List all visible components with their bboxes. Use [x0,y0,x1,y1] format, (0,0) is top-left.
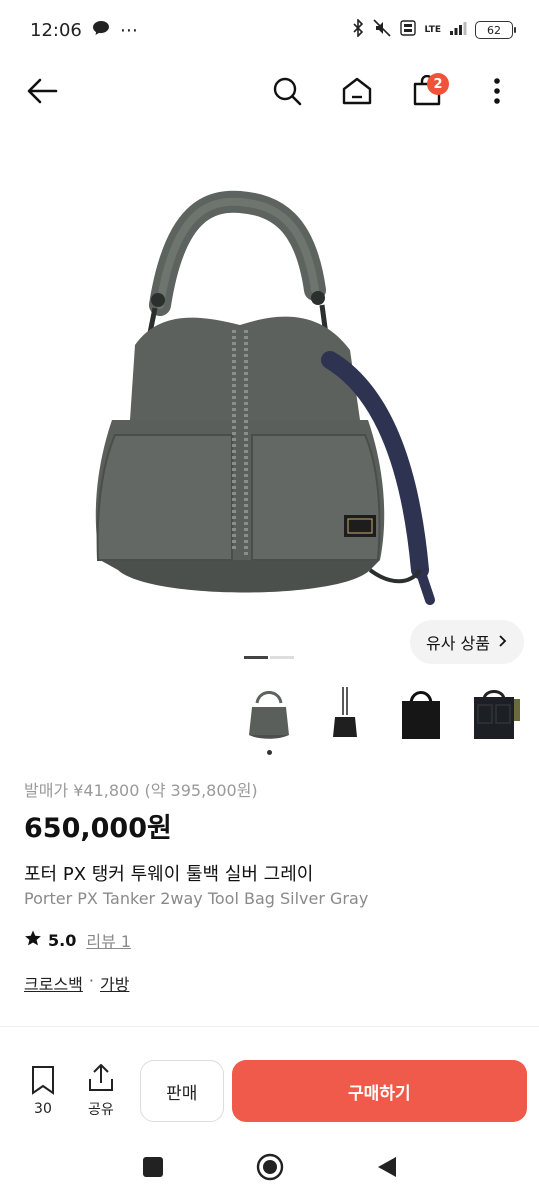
bottom-action-bar: 30 공유 판매 구매하기 [0,1046,539,1136]
volte-icon [400,20,417,40]
cart-count-badge: 2 [427,73,449,95]
sell-button[interactable]: 판매 [139,1060,224,1122]
more-notifications-icon: ⋯ [119,19,138,41]
bluetooth-icon [352,18,364,41]
share-icon [87,1063,115,1097]
thumbnail-strip [240,682,526,744]
back-system-button[interactable] [376,1155,398,1183]
product-price: 650,000원 [24,813,172,844]
pager-dot-active [244,656,268,659]
lte-label: LTE [424,24,441,35]
battery-indicator: 62 [475,21,516,39]
search-icon [272,76,302,110]
product-title-korean: 포터 PX 탱커 투웨이 툴백 실버 그레이 [24,864,314,885]
rating-score: 5.0 [48,930,77,950]
system-navigation-bar [0,1138,539,1200]
product-main-image [95,190,435,605]
chevron-right-icon [498,633,508,652]
thumbnail-4[interactable] [468,682,526,744]
top-nav: 2 [0,60,539,126]
buy-button[interactable]: 구매하기 [231,1060,528,1122]
thumbnail-2[interactable] [316,682,374,744]
recent-apps-button[interactable] [142,1156,164,1182]
cart-button[interactable]: 2 [405,71,449,115]
thumbnail-selected-indicator [267,750,272,755]
arrow-left-icon [26,77,58,109]
more-vertical-icon [493,77,501,109]
status-right: LTE 62 [352,18,516,41]
status-bar: 12:06 ⋯ LTE 62 [0,0,539,60]
product-image-gallery[interactable] [0,130,539,670]
bookmark-button[interactable]: 30 [20,1065,66,1117]
category-breadcrumb: 크로스백 · 가방 [24,971,129,995]
home-button[interactable] [335,71,379,115]
bookmark-count: 30 [34,1101,52,1117]
category-link-crossbag[interactable]: 크로스백 [24,971,83,995]
mute-icon [372,19,392,41]
nav-actions: 2 [265,71,519,115]
release-price: 발매가 ¥41,800 (약 395,800원) [24,781,258,800]
back-button[interactable] [20,71,64,115]
review-link[interactable]: 리뷰 1 [86,928,131,952]
more-menu-button[interactable] [475,71,519,115]
product-title-english: Porter PX Tanker 2way Tool Bag Silver Gr… [24,889,369,908]
signal-icon [449,20,467,40]
pager-dot [270,656,294,659]
category-separator: · [88,971,94,990]
home-icon [341,76,373,110]
thumbnail-3[interactable] [392,682,450,744]
share-label: 공유 [87,1102,114,1118]
bookmark-icon [30,1065,56,1099]
home-system-button[interactable] [256,1153,284,1185]
search-button[interactable] [265,71,309,115]
star-icon [24,929,42,951]
status-time: 12:06 [30,19,82,41]
rating-row: 5.0 리뷰 1 [24,928,131,952]
share-button[interactable]: 공유 [78,1063,124,1119]
similar-products-button[interactable]: 유사 상품 [410,620,524,664]
chat-notification-icon [92,20,110,40]
similar-products-label: 유사 상품 [426,634,490,653]
category-link-bag[interactable]: 가방 [100,971,129,995]
divider [0,1026,539,1027]
gallery-pager [244,656,294,659]
thumbnail-1[interactable] [240,682,298,744]
status-left: 12:06 ⋯ [30,20,138,41]
